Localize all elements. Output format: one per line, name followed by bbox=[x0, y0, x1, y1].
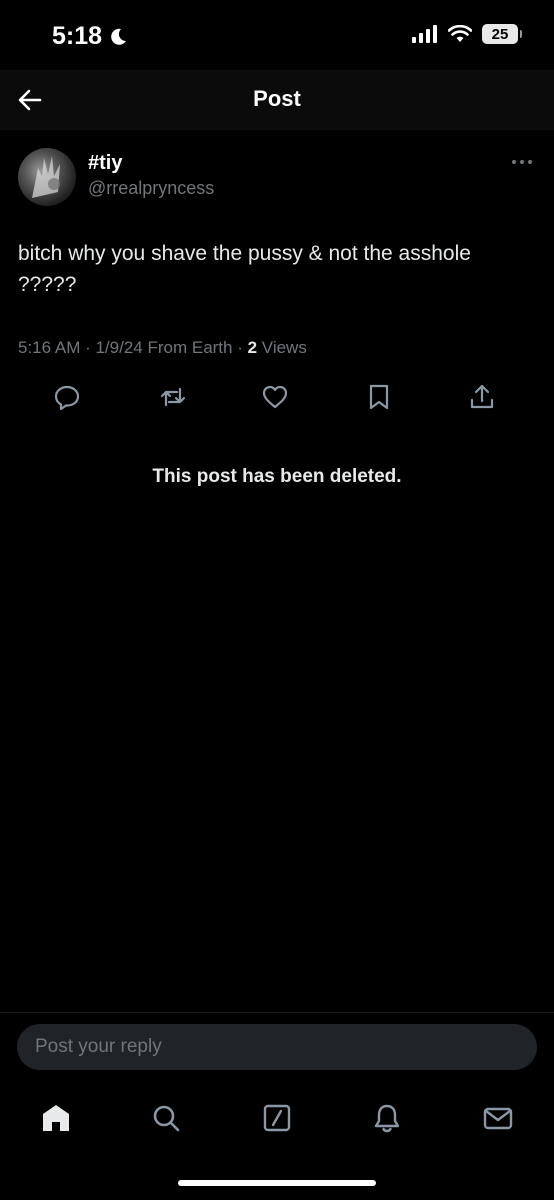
grok-icon bbox=[263, 1104, 291, 1132]
search-icon bbox=[153, 1105, 180, 1132]
reply-bar bbox=[0, 1012, 554, 1081]
battery-icon: 25 bbox=[482, 24, 522, 44]
avatar[interactable] bbox=[18, 148, 76, 206]
wifi-icon bbox=[448, 25, 472, 42]
status-indicators: 25 bbox=[412, 24, 522, 44]
repost-button[interactable] bbox=[158, 382, 188, 412]
post-meta: 5:16 AM · 1/9/24 From Earth · 2 Views bbox=[18, 338, 307, 358]
post-text: bitch why you shave the pussy & not the … bbox=[18, 242, 471, 296]
views-label: Views bbox=[257, 338, 307, 357]
user-handle[interactable]: @rrealpryncess bbox=[88, 178, 214, 199]
tab-home[interactable] bbox=[36, 1098, 76, 1138]
tab-messages[interactable] bbox=[478, 1098, 518, 1138]
share-icon bbox=[470, 384, 494, 409]
status-time: 5:18 bbox=[52, 22, 103, 50]
bookmark-button[interactable] bbox=[364, 382, 394, 412]
deleted-notice: This post has been deleted. bbox=[152, 466, 402, 487]
tab-bar bbox=[0, 1090, 554, 1146]
tab-grok[interactable] bbox=[257, 1098, 297, 1138]
reply-icon bbox=[54, 385, 80, 411]
signal-icon bbox=[412, 25, 437, 43]
repost-icon bbox=[160, 387, 186, 407]
display-name[interactable]: #tiy bbox=[88, 152, 122, 175]
avatar-image bbox=[32, 156, 60, 198]
reply-input[interactable] bbox=[17, 1024, 537, 1070]
views-count: 2 bbox=[247, 338, 258, 357]
home-indicator[interactable] bbox=[178, 1180, 376, 1186]
messages-icon bbox=[483, 1107, 513, 1130]
like-button[interactable] bbox=[260, 382, 290, 412]
status-time-group: 5:18 bbox=[52, 22, 128, 51]
tab-notifications[interactable] bbox=[367, 1098, 407, 1138]
reply-button[interactable] bbox=[52, 382, 82, 412]
share-button[interactable] bbox=[467, 382, 497, 412]
post-author: #tiy @rrealpryncess bbox=[18, 148, 538, 208]
post-timestamp[interactable]: 5:16 AM · 1/9/24 From Earth · bbox=[18, 338, 248, 357]
bookmark-icon bbox=[369, 384, 389, 410]
more-horizontal-icon bbox=[512, 160, 532, 164]
page-title: Post bbox=[253, 86, 301, 111]
notifications-icon bbox=[374, 1104, 400, 1133]
more-options-button[interactable] bbox=[508, 152, 536, 172]
like-icon bbox=[262, 385, 288, 409]
tab-search[interactable] bbox=[146, 1098, 186, 1138]
post-actions bbox=[0, 378, 554, 416]
moon-icon bbox=[111, 28, 127, 45]
battery-level: 25 bbox=[491, 25, 509, 43]
status-bar: 5:18 25 bbox=[0, 0, 554, 70]
header: Post bbox=[0, 70, 554, 130]
home-icon bbox=[43, 1105, 69, 1131]
